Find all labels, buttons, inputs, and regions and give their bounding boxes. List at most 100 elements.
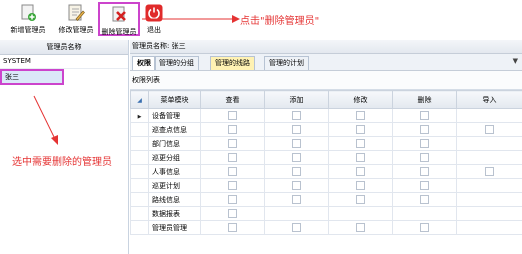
row-selector[interactable] (130, 164, 149, 179)
module-name: 人事信息 (148, 164, 201, 179)
import-checkbox[interactable] (485, 167, 494, 176)
table-row[interactable]: 路线信息 (130, 192, 522, 207)
cell-delete (392, 164, 457, 179)
view-checkbox[interactable] (228, 195, 237, 204)
edit-checkbox[interactable] (356, 111, 365, 120)
view-checkbox[interactable] (228, 153, 237, 162)
cell-view (200, 136, 265, 151)
col-view[interactable]: 查看 (200, 90, 265, 109)
cell-view (200, 178, 265, 193)
row-selector[interactable] (130, 220, 149, 235)
view-checkbox[interactable] (228, 181, 237, 190)
cell-add (264, 122, 329, 137)
annotation-select-admin: 选中需要删除的管理员 (12, 157, 112, 168)
view-checkbox[interactable] (228, 125, 237, 134)
table-row[interactable]: 数据报表 (130, 206, 522, 221)
edit-checkbox[interactable] (356, 167, 365, 176)
module-name: 巡更计划 (148, 178, 201, 193)
cell-view (200, 150, 265, 165)
edit-checkbox[interactable] (356, 195, 365, 204)
view-checkbox[interactable] (228, 139, 237, 148)
col-add[interactable]: 添加 (264, 90, 329, 109)
col-import[interactable]: 导入 (456, 90, 522, 109)
view-checkbox[interactable] (228, 167, 237, 176)
cell-view (200, 164, 265, 179)
row-selector[interactable] (130, 150, 149, 165)
col-edit[interactable]: 修改 (328, 90, 393, 109)
delete-checkbox[interactable] (420, 195, 429, 204)
table-row[interactable]: 巡更分组 (130, 150, 522, 165)
annotation-arrow-delete (142, 15, 240, 23)
tab-managed-groups[interactable]: 管理的分组 (154, 56, 199, 70)
import-checkbox[interactable] (485, 125, 494, 134)
tab-permissions[interactable]: 权限 (132, 56, 156, 70)
row-selector[interactable] (130, 136, 149, 151)
row-selector[interactable] (130, 192, 149, 207)
edit-checkbox[interactable] (356, 223, 365, 232)
delete-checkbox[interactable] (420, 181, 429, 190)
admin-name-title: 管理员名称: 张三 (130, 40, 522, 54)
tab-dropdown-icon[interactable]: ▼ (513, 57, 518, 65)
table-row[interactable]: 部门信息 (130, 136, 522, 151)
row-selector[interactable]: ▶ (130, 108, 149, 123)
cell-import (456, 192, 522, 207)
edit-checkbox[interactable] (356, 139, 365, 148)
col-delete[interactable]: 删除 (392, 90, 457, 109)
edit-checkbox[interactable] (356, 125, 365, 134)
add-checkbox[interactable] (292, 195, 301, 204)
add-checkbox[interactable] (292, 181, 301, 190)
edit-checkbox[interactable] (356, 181, 365, 190)
corner-triangle-icon: ◢ (137, 96, 142, 104)
cell-edit (328, 108, 393, 123)
cell-view (200, 122, 265, 137)
table-row[interactable]: ▶ 设备管理 (130, 108, 522, 123)
delete-checkbox[interactable] (420, 153, 429, 162)
col-menu-module[interactable]: 菜单模块 (148, 90, 201, 109)
current-row-icon: ▶ (137, 113, 142, 120)
module-name: 数据报表 (148, 206, 201, 221)
row-selector[interactable] (130, 178, 149, 193)
cell-import (456, 136, 522, 151)
row-selector[interactable] (130, 206, 149, 221)
add-checkbox[interactable] (292, 153, 301, 162)
delete-admin-label: 删除管理员 (101, 28, 137, 36)
add-checkbox[interactable] (292, 125, 301, 134)
tab-managed-routes[interactable]: 管理的线路 (210, 56, 255, 70)
module-name: 部门信息 (148, 136, 201, 151)
cell-edit (328, 122, 393, 137)
cell-edit (328, 220, 393, 235)
admin-item-zhangsan[interactable]: 张三 (0, 69, 64, 85)
view-checkbox[interactable] (228, 209, 237, 218)
add-checkbox[interactable] (292, 167, 301, 176)
cell-add (264, 136, 329, 151)
edit-admin-button[interactable]: 修改管理员 (54, 2, 98, 36)
view-checkbox[interactable] (228, 223, 237, 232)
cell-edit (328, 192, 393, 207)
cell-add (264, 206, 329, 221)
delete-admin-button[interactable]: 删除管理员 (98, 2, 140, 36)
module-name: 管理员管理 (148, 220, 201, 235)
cell-import (456, 206, 522, 221)
module-name: 巡更分组 (148, 150, 201, 165)
table-row[interactable]: 人事信息 (130, 164, 522, 179)
delete-checkbox[interactable] (420, 223, 429, 232)
admin-list-header: 管理员名称 (0, 40, 128, 55)
delete-checkbox[interactable] (420, 111, 429, 120)
add-admin-button[interactable]: 新增管理员 (6, 2, 50, 36)
cell-edit (328, 164, 393, 179)
edit-checkbox[interactable] (356, 153, 365, 162)
add-checkbox[interactable] (292, 223, 301, 232)
add-checkbox[interactable] (292, 139, 301, 148)
permission-header-row: ◢ 菜单模块 查看 添加 修改 删除 导入 (130, 90, 522, 109)
table-row[interactable]: 管理员管理 (130, 220, 522, 235)
delete-checkbox[interactable] (420, 139, 429, 148)
delete-checkbox[interactable] (420, 125, 429, 134)
table-row[interactable]: 巡更计划 (130, 178, 522, 193)
row-selector[interactable] (130, 122, 149, 137)
add-checkbox[interactable] (292, 111, 301, 120)
admin-item-system[interactable]: SYSTEM (0, 55, 128, 69)
delete-checkbox[interactable] (420, 167, 429, 176)
view-checkbox[interactable] (228, 111, 237, 120)
table-row[interactable]: 巡查点信息 (130, 122, 522, 137)
tab-managed-plans[interactable]: 管理的计划 (264, 56, 309, 70)
